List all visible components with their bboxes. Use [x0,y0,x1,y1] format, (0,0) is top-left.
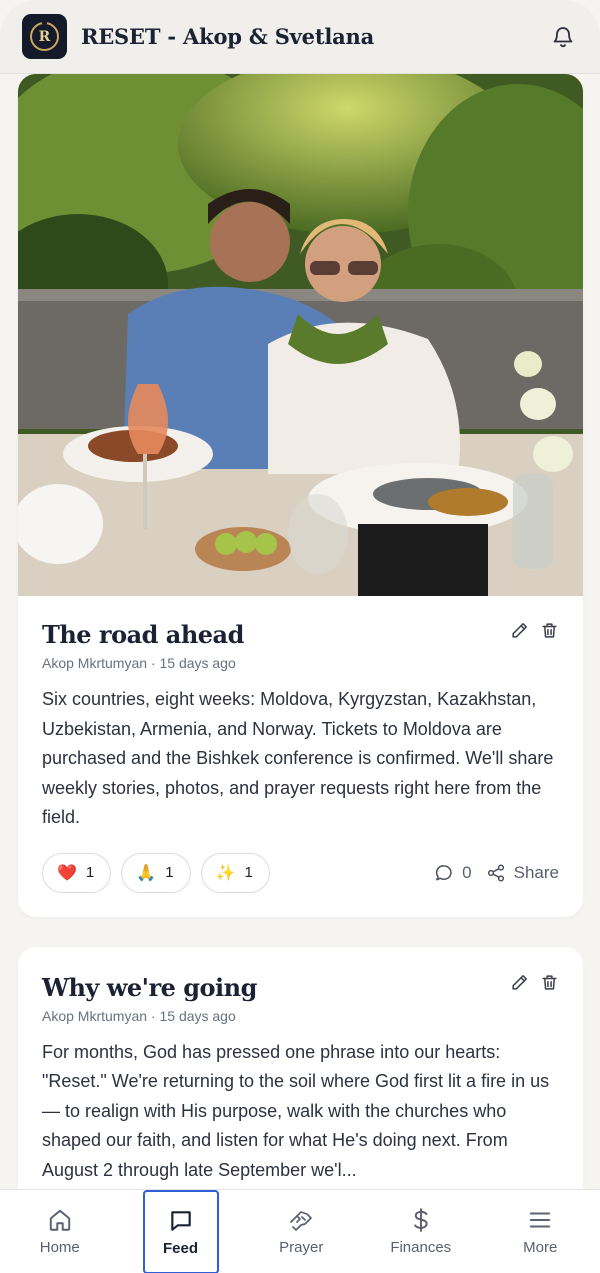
post-body: The road ahead Akop Mkrtumyan · 15 days … [18,596,583,917]
app-logo[interactable]: R [22,14,67,59]
nav-home[interactable]: Home [0,1190,120,1273]
message-square-icon [170,1210,191,1231]
nav-more[interactable]: More [481,1190,600,1273]
nav-label: Home [39,1239,80,1256]
post-title: The road ahead [42,620,244,649]
post-body: Why we're going Akop Mkrtumyan · 15 days… [18,947,583,1210]
nav-label: More [523,1239,558,1256]
bottom-navigation: Home Feed Prayer Finances More [0,1189,600,1273]
reaction-pray[interactable]: 🙏 1 [121,852,191,893]
reactions-row: ❤️ 1 🙏 1 ✨ 1 0 Share [42,852,559,893]
post-photo[interactable] [18,74,583,596]
nav-finances[interactable]: Finances [361,1190,481,1273]
share-button[interactable]: Share [514,863,559,883]
post-footer-actions: 0 Share [434,863,559,883]
menu-icon [530,1212,551,1228]
reaction-count: 1 [85,864,95,881]
edit-icon[interactable] [509,620,529,640]
post-text: Six countries, eight weeks: Moldova, Kyr… [42,689,554,827]
nav-label: Feed [162,1239,198,1257]
bell-icon[interactable] [550,24,576,50]
logo-mark: R [30,19,59,51]
edit-icon[interactable] [509,973,529,993]
post-actions [509,620,559,640]
feed: The road ahead Akop Mkrtumyan · 15 days … [18,74,583,1209]
trash-icon[interactable] [539,973,559,993]
nav-feed[interactable]: Feed [142,1190,219,1273]
reaction-sparkles[interactable]: ✨ 1 [200,852,270,893]
home-icon [49,1209,70,1231]
nav-label: Finances [390,1239,452,1256]
reaction-count: 1 [165,864,174,881]
comment-icon[interactable] [434,863,454,883]
app-header: R RESET - Akop & Svetlana [0,0,600,74]
nav-label: Prayer [279,1239,324,1256]
post-text: For months, God has pressed one phrase i… [42,1041,550,1180]
reaction-heart[interactable]: ❤️ 1 [42,852,112,893]
post-meta: Akop Mkrtumyan · 15 days ago [42,1007,236,1024]
praying-hands-icon [290,1211,313,1231]
sparkles-icon: ✨ [215,863,236,882]
post-card: The road ahead Akop Mkrtumyan · 15 days … [18,74,583,917]
post-meta: Akop Mkrtumyan · 15 days ago [42,655,236,671]
nav-prayer[interactable]: Prayer [242,1190,362,1273]
post-actions [509,973,559,993]
reaction-count: 1 [244,864,253,881]
share-icon[interactable] [486,863,506,883]
heart-icon: ❤️ [57,863,77,882]
post-title: Why we're going [42,972,257,1002]
dollar-icon [413,1208,428,1232]
comments-count[interactable]: 0 [462,863,471,883]
post-card: Why we're going Akop Mkrtumyan · 15 days… [18,946,583,1210]
app-title: RESET - Akop & Svetlana [81,24,374,49]
praying-hands-icon: 🙏 [136,863,157,882]
trash-icon[interactable] [539,620,559,640]
